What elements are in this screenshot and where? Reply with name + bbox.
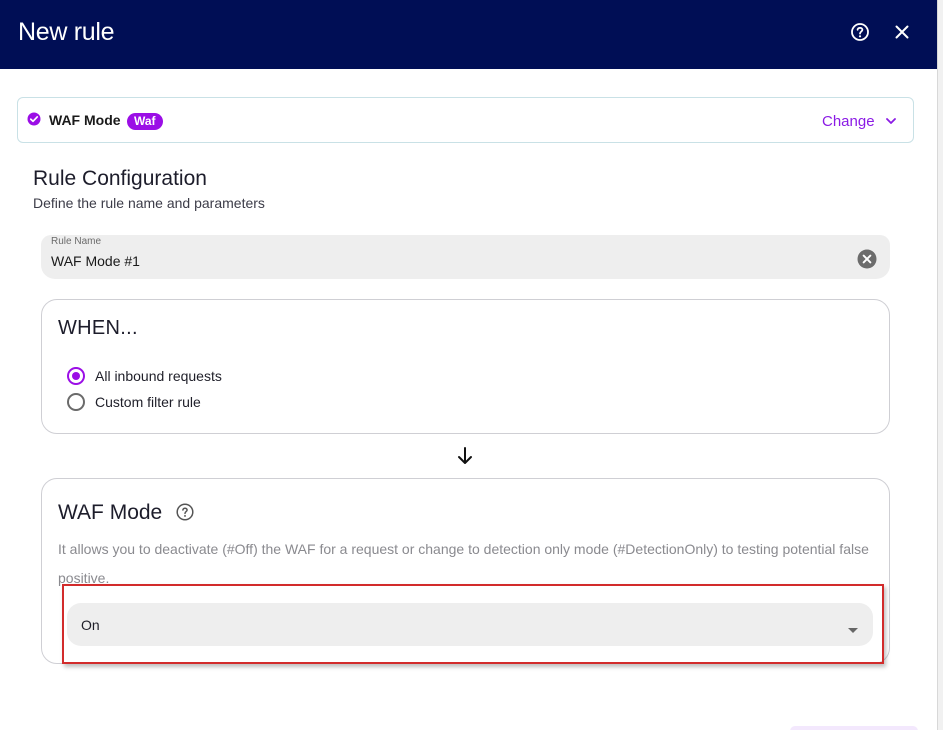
clear-icon[interactable] (857, 249, 877, 269)
arrow-down-icon (455, 446, 475, 466)
dialog-title: New rule (18, 18, 115, 46)
change-button[interactable]: Change (822, 113, 875, 130)
rule-name-input[interactable] (51, 251, 831, 271)
help-icon[interactable] (850, 22, 870, 42)
when-title: WHEN... (58, 317, 138, 339)
help-circle-icon[interactable] (176, 503, 194, 521)
rule-name-field[interactable]: Rule Name (41, 235, 890, 279)
radio-label: All inbound requests (95, 368, 222, 384)
radio-label: Custom filter rule (95, 394, 201, 410)
action-badge: Waf (127, 113, 163, 130)
close-icon[interactable] (892, 22, 912, 42)
selected-action-card: WAF Mode Waf Change (17, 97, 914, 143)
radio-checked-icon[interactable] (67, 367, 85, 385)
chevron-down-icon[interactable] (885, 114, 897, 126)
section-title: Rule Configuration (33, 167, 207, 190)
scrollbar[interactable] (937, 0, 943, 730)
rule-name-label: Rule Name (51, 236, 102, 247)
action-name: WAF Mode (49, 112, 121, 128)
section-subtitle: Define the rule name and parameters (33, 195, 265, 211)
radio-unchecked-icon[interactable] (67, 393, 85, 411)
highlight-box (62, 584, 884, 664)
save-button[interactable] (790, 726, 918, 730)
dialog-header: New rule (0, 0, 937, 69)
when-card: WHEN... All inbound requests Custom filt… (41, 299, 890, 434)
check-circle-icon (27, 112, 41, 126)
waf-mode-title: WAF Mode (58, 501, 163, 524)
